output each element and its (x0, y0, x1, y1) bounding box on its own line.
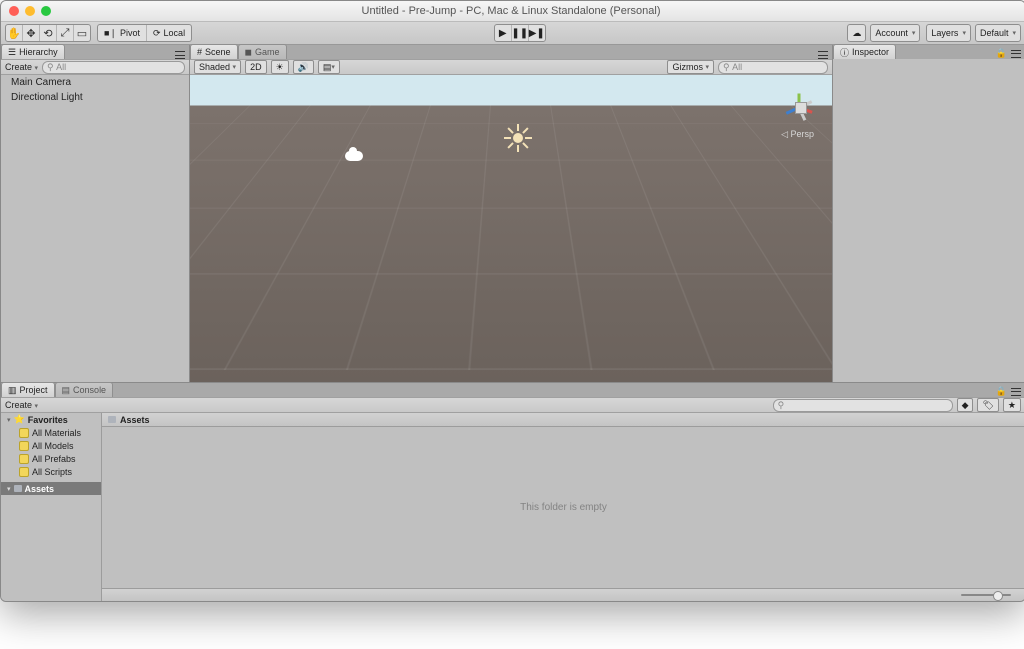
hierarchy-search-input[interactable]: ⚲ All (42, 61, 185, 74)
disclosure-triangle-icon[interactable]: ▾ (7, 416, 11, 424)
panel-menu-icon[interactable] (1011, 50, 1021, 58)
playback-controls: ▶ ❚❚ ▶❚ (494, 24, 546, 42)
search-filter-icon (19, 454, 29, 464)
cloud-button[interactable]: ☁ (847, 24, 866, 42)
thumbnail-size-slider[interactable] (961, 594, 1011, 596)
search-filter-icon (19, 428, 29, 438)
scene-fx-dropdown-icon[interactable]: ▤▾ (318, 60, 340, 74)
close-window-icon[interactable] (9, 6, 19, 16)
rotate-tool-icon[interactable]: ⟲ (40, 25, 57, 41)
search-filter-icon[interactable]: ◆ (957, 398, 974, 412)
inspector-panel: ⓘInspector 🔒 (833, 45, 1024, 382)
pivot-toggle[interactable]: ■❘Pivot (98, 25, 147, 41)
scene-icon: # (197, 47, 202, 57)
2d-toggle[interactable]: 2D (245, 60, 267, 74)
project-breadcrumb[interactable]: Assets (102, 413, 1024, 427)
inspector-icon: ⓘ (840, 46, 849, 59)
folder-icon (14, 485, 22, 492)
projection-label[interactable]: ◁ Persp (781, 129, 814, 140)
search-icon: ⚲ (723, 62, 730, 73)
project-tree: ▾⭐Favorites All Materials All Models All… (1, 413, 102, 601)
tab-game[interactable]: ◼Game (238, 44, 287, 59)
local-toggle[interactable]: ⟳Local (147, 25, 191, 41)
transform-tool-group: ✋ ✥ ⟲ ⤢ ▭ (5, 24, 91, 42)
layout-dropdown[interactable]: Default▾ (975, 24, 1021, 42)
pause-button-icon[interactable]: ❚❚ (512, 25, 529, 41)
play-button-icon[interactable]: ▶ (495, 25, 512, 41)
search-save-icon[interactable]: ★ (1003, 398, 1021, 412)
hierarchy-item[interactable]: Main Camera (1, 75, 189, 90)
project-create-dropdown[interactable]: Create ▾ (5, 400, 38, 410)
tab-project[interactable]: ▥Project (1, 382, 55, 397)
hierarchy-icon: ☰ (8, 47, 16, 58)
project-folder-contents: This folder is empty (102, 427, 1024, 588)
search-filter-icon (19, 441, 29, 451)
tab-scene[interactable]: #Scene (190, 44, 238, 59)
lock-icon[interactable]: 🔒 (996, 386, 1007, 397)
tab-inspector[interactable]: ⓘInspector (833, 44, 896, 59)
panel-menu-icon[interactable] (1011, 388, 1021, 396)
project-favorite-item[interactable]: All Models (1, 439, 101, 452)
rect-tool-icon[interactable]: ▭ (74, 25, 90, 41)
main-toolbar: ✋ ✥ ⟲ ⤢ ▭ ■❘Pivot ⟳Local ▶ ❚❚ ▶❚ ☁ Accou… (1, 22, 1024, 45)
scene-viewport[interactable]: ◁ Persp (190, 75, 832, 382)
tab-console[interactable]: ▤Console (55, 382, 114, 397)
project-panel: ▥Project ▤Console 🔒 Create ▾ ⚲ ◆ 🏷 ★ ▾⭐F… (1, 382, 1024, 601)
console-icon: ▤ (62, 385, 71, 396)
layers-dropdown[interactable]: Layers▾ (926, 24, 971, 42)
minimize-window-icon[interactable] (25, 6, 35, 16)
folder-icon (108, 416, 116, 423)
handle-mode-group: ■❘Pivot ⟳Local (97, 24, 192, 42)
shading-mode-dropdown[interactable]: Shaded ▾ (194, 60, 241, 74)
project-assets-folder[interactable]: ▾Assets (1, 482, 101, 495)
scale-tool-icon[interactable]: ⤢ (57, 25, 74, 41)
project-favorites[interactable]: ▾⭐Favorites (1, 413, 101, 426)
scene-panel: #Scene ◼Game Shaded ▾ 2D ☀ 🔊 ▤▾ Gizmos ▾… (190, 45, 833, 382)
lock-icon[interactable]: 🔒 (996, 48, 1007, 59)
search-icon: ⚲ (778, 400, 785, 411)
account-dropdown[interactable]: Account▾ (870, 24, 920, 42)
gizmos-dropdown[interactable]: Gizmos ▾ (667, 60, 714, 74)
search-icon: ⚲ (47, 62, 54, 73)
directional-light-gizmo-icon[interactable] (505, 125, 531, 151)
disclosure-triangle-icon[interactable]: ▾ (7, 485, 11, 493)
window-title: Untitled - Pre-Jump - PC, Mac & Linux St… (51, 5, 971, 17)
project-search-input[interactable]: ⚲ (773, 399, 953, 412)
project-favorite-item[interactable]: All Scripts (1, 465, 101, 478)
scene-audio-toggle-icon[interactable]: 🔊 (293, 60, 314, 74)
project-favorite-item[interactable]: All Materials (1, 426, 101, 439)
zoom-window-icon[interactable] (41, 6, 51, 16)
step-button-icon[interactable]: ▶❚ (529, 25, 545, 41)
scene-search-input[interactable]: ⚲ All (718, 61, 828, 74)
project-favorite-item[interactable]: All Prefabs (1, 452, 101, 465)
search-label-icon[interactable]: 🏷 (977, 398, 998, 412)
hierarchy-item[interactable]: Directional Light (1, 90, 189, 105)
scene-light-toggle-icon[interactable]: ☀ (271, 60, 289, 74)
game-icon: ◼ (245, 47, 252, 58)
search-filter-icon (19, 467, 29, 477)
camera-gizmo-icon[interactable] (345, 151, 363, 161)
orientation-gizmo[interactable] (780, 87, 820, 127)
hierarchy-create-dropdown[interactable]: Create ▾ (5, 62, 38, 72)
hand-tool-icon[interactable]: ✋ (6, 25, 23, 41)
tab-hierarchy[interactable]: ☰Hierarchy (1, 44, 65, 59)
hierarchy-panel: ☰Hierarchy Create ▾ ⚲ All Main Camera Di… (1, 45, 190, 382)
panel-menu-icon[interactable] (175, 51, 185, 59)
move-tool-icon[interactable]: ✥ (23, 25, 40, 41)
project-icon: ▥ (8, 385, 17, 396)
panel-menu-icon[interactable] (818, 51, 828, 59)
window-titlebar: Untitled - Pre-Jump - PC, Mac & Linux St… (1, 1, 1024, 22)
